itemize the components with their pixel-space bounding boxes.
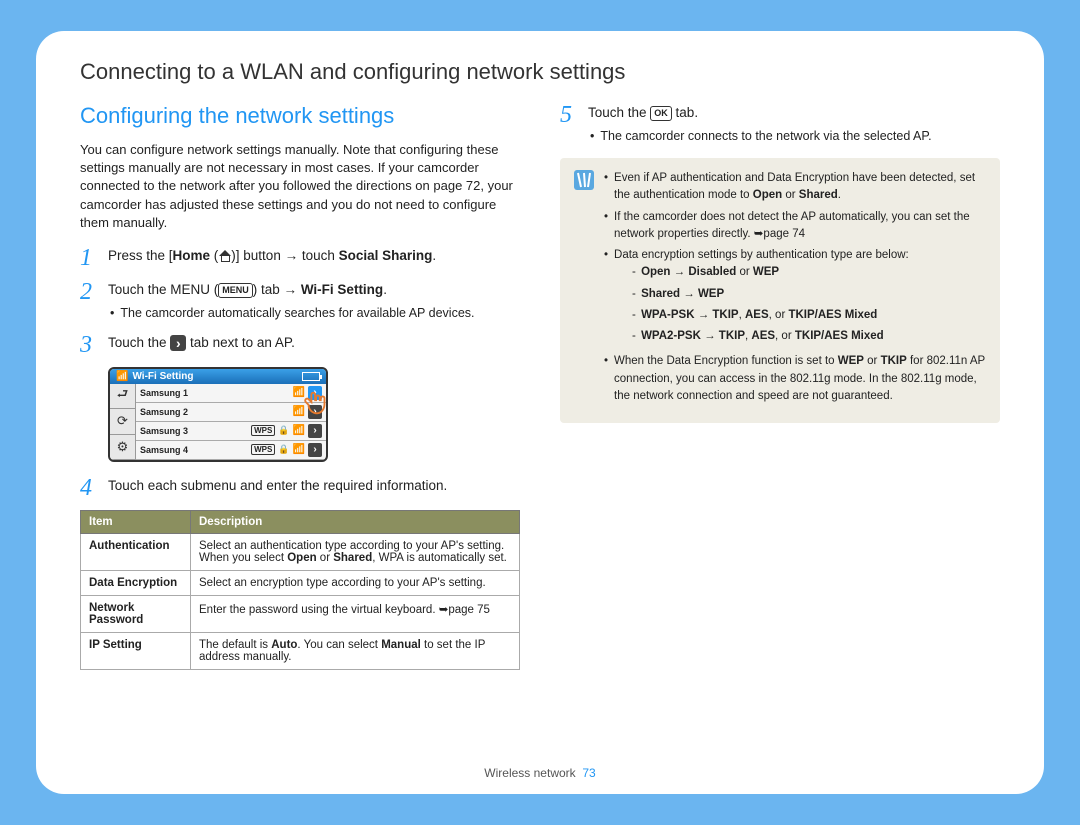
note-item: Even if AP authentication and Data Encry… xyxy=(604,170,986,205)
table-row: Data Encryption Select an encryption typ… xyxy=(81,570,520,595)
note-icon xyxy=(574,170,594,190)
back-icon[interactable]: ⮐ xyxy=(110,384,135,409)
signal-icon xyxy=(293,444,305,455)
wifi-ap-row[interactable]: Samsung 4 WPS 🔒 › xyxy=(136,441,326,460)
step-3-text: Touch the tab next to an AP. xyxy=(108,333,520,353)
wifi-ap-row[interactable]: Samsung 1 › xyxy=(136,384,326,403)
section-title: Configuring the network settings xyxy=(80,103,520,129)
lock-icon: 🔒 xyxy=(278,425,289,436)
refresh-icon[interactable]: ⟳ xyxy=(110,409,135,434)
note-box: Even if AP authentication and Data Encry… xyxy=(560,158,1000,423)
step-5-text: Touch the OK tab. The camcorder connects… xyxy=(588,103,1000,146)
table-header-item: Item xyxy=(81,510,191,533)
two-column-layout: Configuring the network settings You can… xyxy=(80,103,1000,670)
settings-table: Item Description Authentication Select a… xyxy=(80,510,520,670)
step-1-text: Press the [Home ()] button → touch Socia… xyxy=(108,246,520,266)
wifi-ap-row[interactable]: Samsung 3 WPS 🔒 › xyxy=(136,422,326,441)
lock-icon: 🔒 xyxy=(278,444,289,455)
step-number: 5 xyxy=(560,103,588,127)
step-2-text: Touch the MENU (MENU) tab → Wi-Fi Settin… xyxy=(108,280,520,323)
manual-page: Connecting to a WLAN and configuring net… xyxy=(36,31,1044,794)
intro-paragraph: You can configure network settings manua… xyxy=(80,141,520,232)
left-column: Configuring the network settings You can… xyxy=(80,103,520,670)
settings-icon[interactable]: ⚙ xyxy=(110,435,135,460)
step-number: 1 xyxy=(80,246,108,270)
wifi-signal-icon: 📶 xyxy=(116,371,128,382)
home-icon xyxy=(218,250,231,263)
signal-icon xyxy=(293,387,305,398)
signal-icon xyxy=(293,425,305,436)
right-column: 5 Touch the OK tab. The camcorder connec… xyxy=(560,103,1000,670)
page-footer: Wireless network 73 xyxy=(36,766,1044,780)
table-row: Network Password Enter the password usin… xyxy=(81,595,520,632)
note-sublist: Open → Disabled or WEP Shared → WEP WPA-… xyxy=(614,264,909,345)
wifi-setting-screenshot: 📶Wi-Fi Setting ⮐ ⟳ ⚙ Samsung 1 › xyxy=(108,367,328,462)
wps-badge: WPS xyxy=(251,444,275,455)
chevron-right-icon[interactable]: › xyxy=(308,386,322,400)
table-row: IP Setting The default is Auto. You can … xyxy=(81,632,520,669)
step-2-bullet: The camcorder automatically searches for… xyxy=(108,304,520,323)
note-item: When the Data Encryption function is set… xyxy=(604,353,986,405)
step-number: 3 xyxy=(80,333,108,357)
ok-icon: OK xyxy=(650,106,672,121)
battery-icon xyxy=(302,372,320,381)
step-3: 3 Touch the tab next to an AP. xyxy=(80,333,520,357)
step-number: 2 xyxy=(80,280,108,304)
step-4: 4 Touch each submenu and enter the requi… xyxy=(80,476,520,500)
table-header-desc: Description xyxy=(191,510,520,533)
signal-icon xyxy=(293,406,305,417)
chevron-right-icon[interactable]: › xyxy=(308,424,322,438)
wifi-titlebar: 📶Wi-Fi Setting xyxy=(110,369,326,384)
wifi-ap-row[interactable]: Samsung 2 › xyxy=(136,403,326,422)
wifi-side-buttons: ⮐ ⟳ ⚙ xyxy=(110,384,136,460)
step-5: 5 Touch the OK tab. The camcorder connec… xyxy=(560,103,1000,146)
page-title: Connecting to a WLAN and configuring net… xyxy=(80,59,1000,85)
note-item: Data encryption settings by authenticati… xyxy=(604,247,986,349)
chevron-right-icon[interactable]: › xyxy=(308,405,322,419)
chevron-right-icon[interactable]: › xyxy=(308,443,322,457)
step-4-text: Touch each submenu and enter the require… xyxy=(108,476,520,496)
menu-icon: MENU xyxy=(218,283,253,298)
wifi-ap-list: Samsung 1 › Samsung 2 › Samsung 3 WPS xyxy=(136,384,326,460)
wps-badge: WPS xyxy=(251,425,275,436)
step-5-bullet: The camcorder connects to the network vi… xyxy=(588,127,1000,146)
note-list: Even if AP authentication and Data Encry… xyxy=(604,170,986,409)
step-number: 4 xyxy=(80,476,108,500)
step-1: 1 Press the [Home ()] button → touch Soc… xyxy=(80,246,520,270)
step-2: 2 Touch the MENU (MENU) tab → Wi-Fi Sett… xyxy=(80,280,520,323)
chevron-right-icon xyxy=(170,335,186,351)
table-row: Authentication Select an authentication … xyxy=(81,533,520,570)
note-item: If the camcorder does not detect the AP … xyxy=(604,209,986,244)
